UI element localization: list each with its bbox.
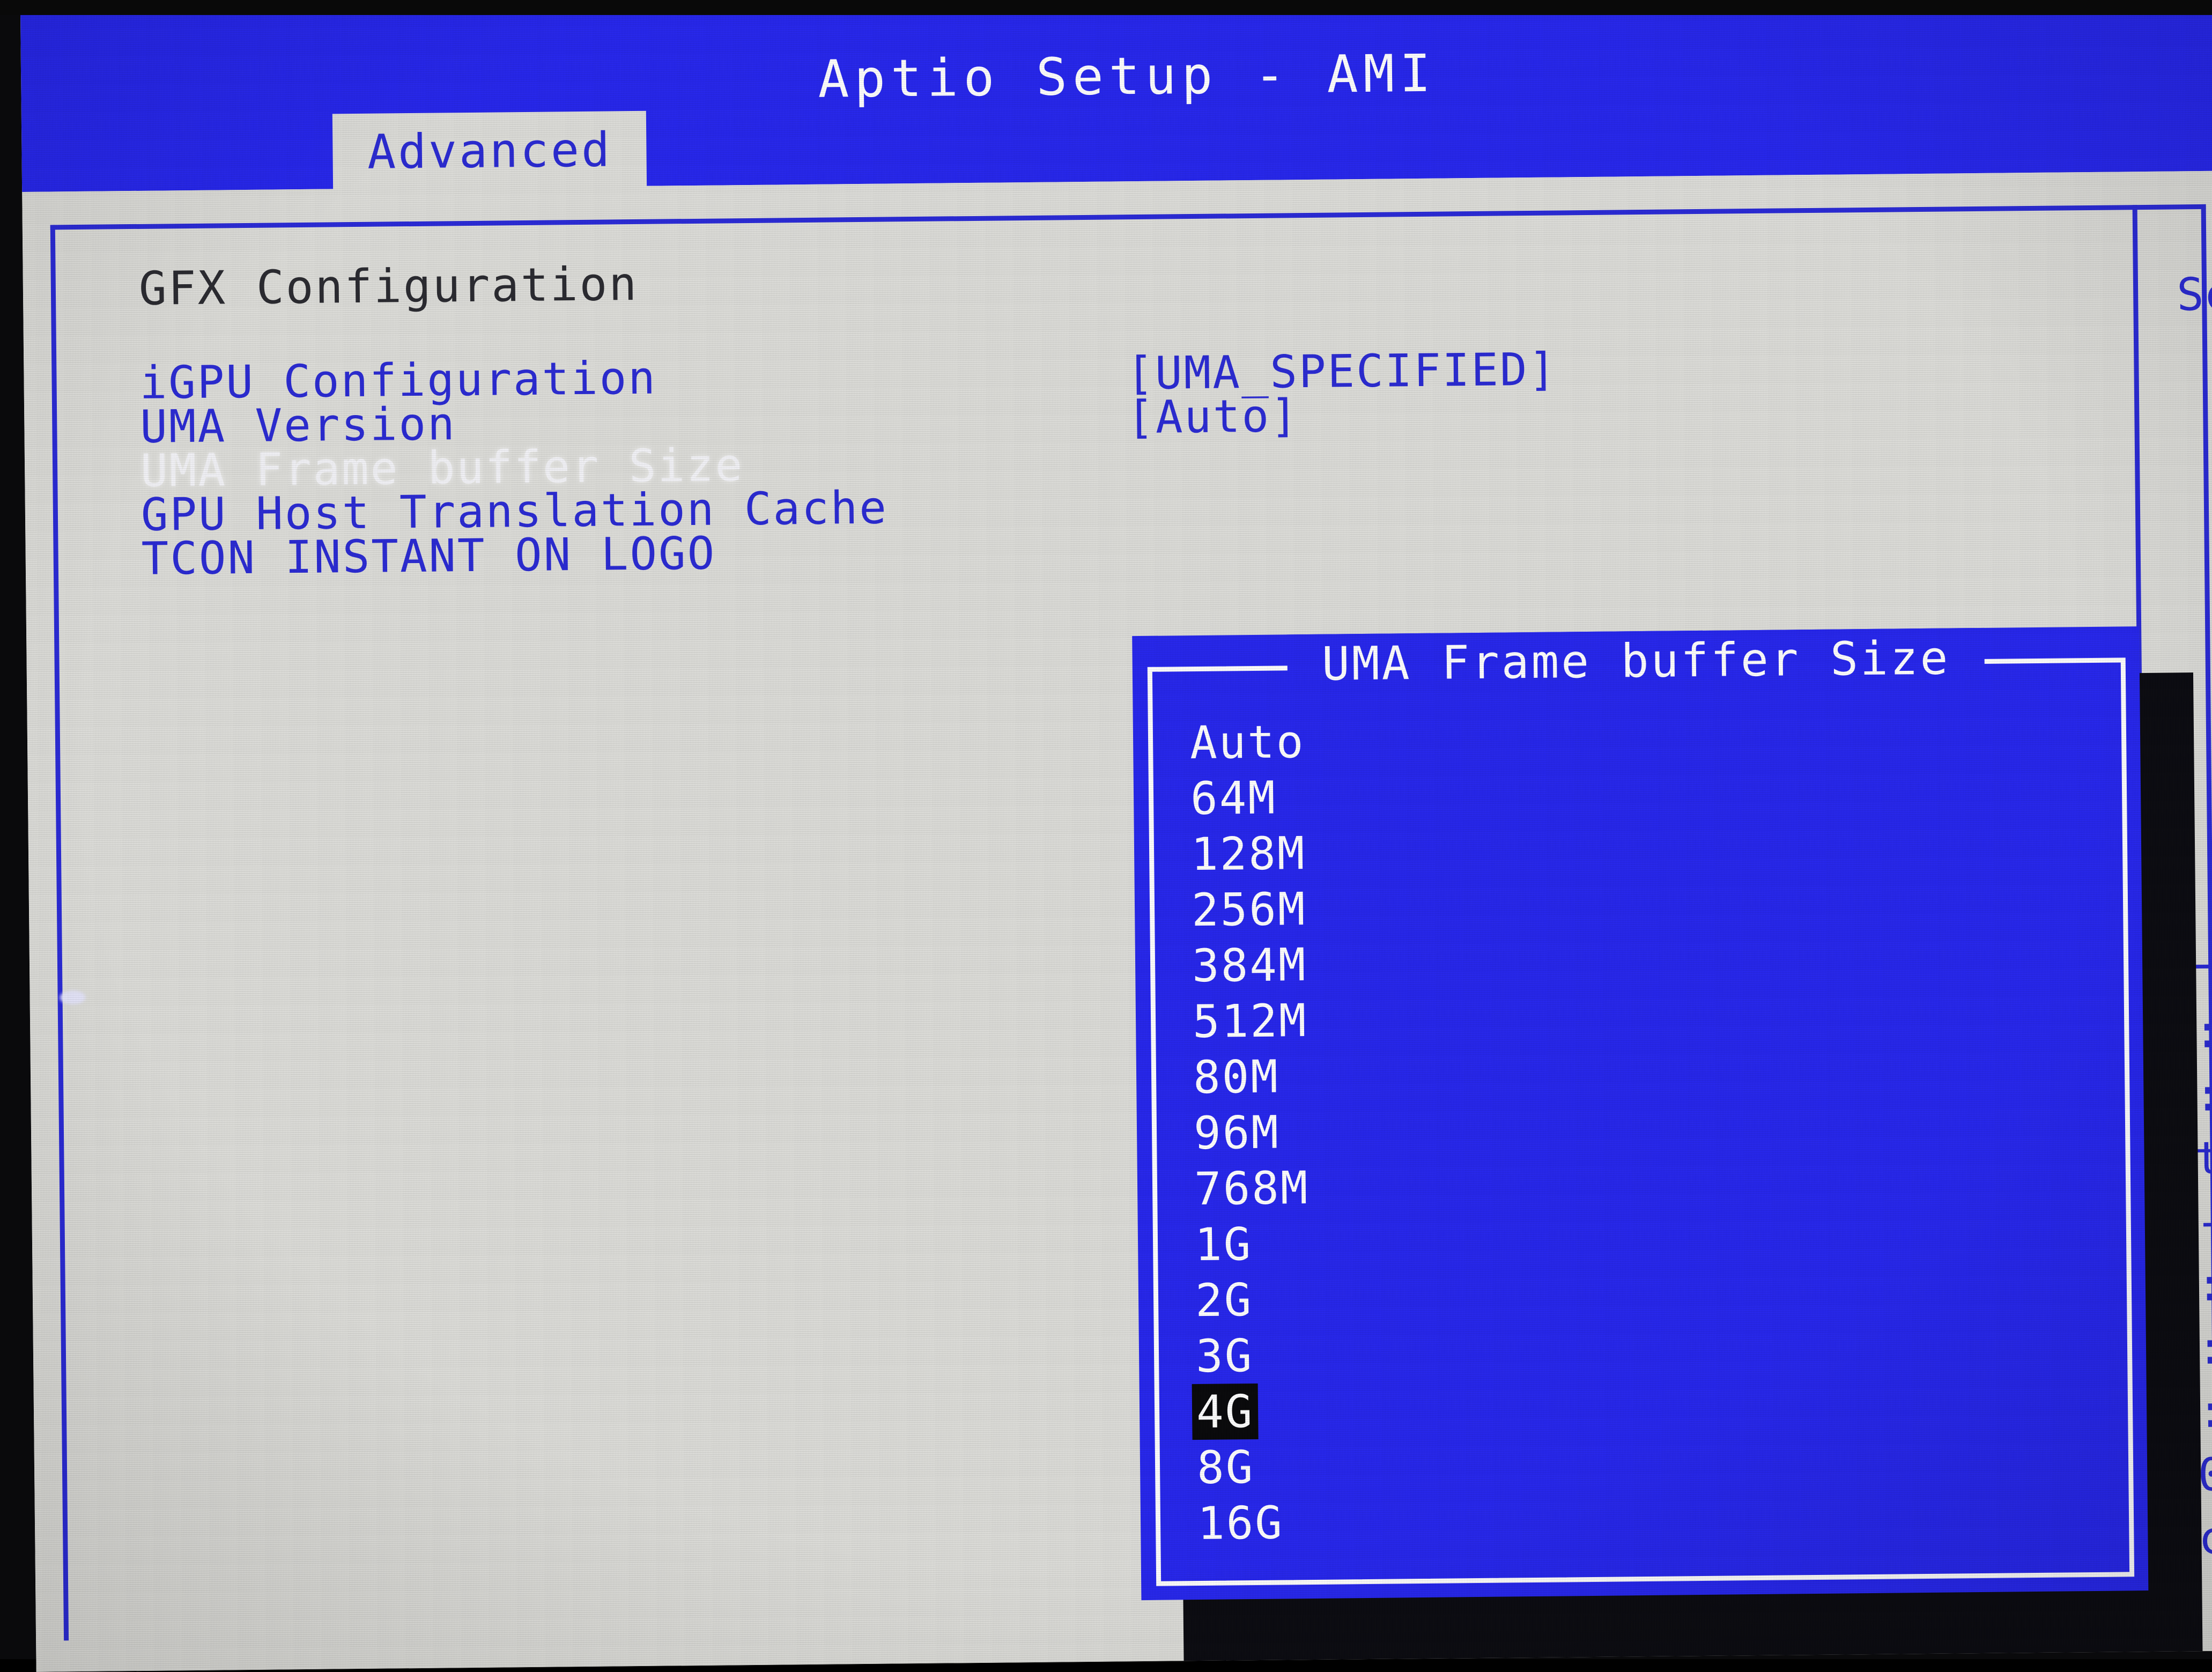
dialog-option[interactable]: 64M: [1186, 770, 1282, 827]
dialog-option[interactable]: 128M: [1187, 825, 1311, 882]
uma-frame-buffer-size-dialog[interactable]: UMA Frame buffer Size Auto64M128M256M384…: [1132, 626, 2148, 1600]
dialog-option[interactable]: 4G: [1192, 1384, 1259, 1440]
tab-advanced[interactable]: Advanced: [332, 111, 647, 191]
dialog-option[interactable]: 512M: [1188, 993, 1312, 1049]
bios-setup-screen: Aptio Setup - AMI Advanced GFX Configura…: [20, 0, 2212, 1672]
tab-advanced-label: Advanced: [367, 122, 612, 179]
section-title: GFX Configuration: [138, 257, 638, 316]
monitor-photo: Aptio Setup - AMI Advanced GFX Configura…: [0, 0, 2212, 1659]
dialog-option-list[interactable]: Auto64M128M256M384M512M80M96M768M1G2G3G4…: [1186, 706, 2105, 1551]
settings-list: iGPU Configuration[UMA_SPECIFIED]UMA Ver…: [56, 337, 2136, 577]
content-area: GFX Configuration iGPU Configuration[UMA…: [22, 171, 2212, 1671]
dialog-option[interactable]: 768M: [1190, 1160, 1314, 1217]
dialog-option[interactable]: Auto: [1186, 714, 1310, 771]
dialog-option[interactable]: 80M: [1189, 1048, 1284, 1105]
help-description: Se: [2177, 268, 2212, 321]
page-title: Aptio Setup - AMI: [20, 0, 2212, 117]
dialog-title: UMA Frame buffer Size: [1132, 630, 2140, 693]
dialog-option[interactable]: 384M: [1188, 937, 1312, 994]
dialog-option[interactable]: 3G: [1192, 1328, 1258, 1384]
dialog-option[interactable]: 16G: [1193, 1495, 1289, 1551]
dialog-option[interactable]: 96M: [1189, 1104, 1285, 1161]
setting-label: TCON INSTANT ON LOGO: [141, 527, 716, 585]
monitor-bezel-top: [0, 0, 2212, 15]
dialog-option[interactable]: 1G: [1190, 1216, 1257, 1273]
dialog-option[interactable]: 2G: [1191, 1272, 1257, 1328]
dialog-option[interactable]: 8G: [1193, 1439, 1259, 1496]
dialog-option[interactable]: 256M: [1187, 881, 1311, 938]
